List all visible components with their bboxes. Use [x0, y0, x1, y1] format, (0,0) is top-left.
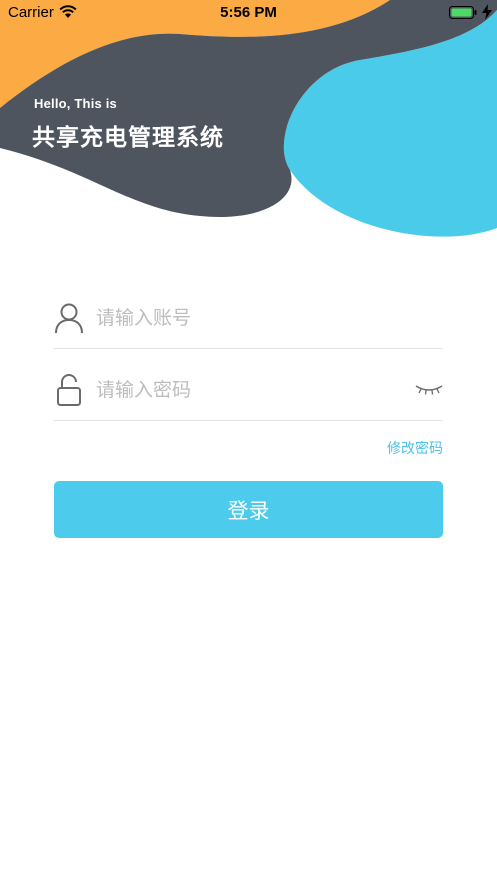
status-bar: Carrier 5:56 PM: [0, 0, 497, 26]
change-password-link[interactable]: 修改密码: [370, 438, 443, 458]
app-title: 共享充电管理系统: [32, 125, 224, 151]
charging-icon: [482, 4, 492, 20]
battery-icon: [449, 6, 477, 19]
password-input[interactable]: [96, 372, 396, 408]
account-field[interactable]: [54, 292, 443, 349]
login-button[interactable]: 登录: [54, 481, 443, 538]
user-icon: [55, 303, 83, 334]
eye-closed-icon[interactable]: [414, 382, 444, 396]
greeting-text: Hello, This is: [34, 96, 117, 111]
password-field[interactable]: [54, 364, 443, 421]
lock-icon: [57, 374, 81, 406]
account-input[interactable]: [96, 300, 396, 336]
clock-time: 5:56 PM: [220, 4, 277, 21]
